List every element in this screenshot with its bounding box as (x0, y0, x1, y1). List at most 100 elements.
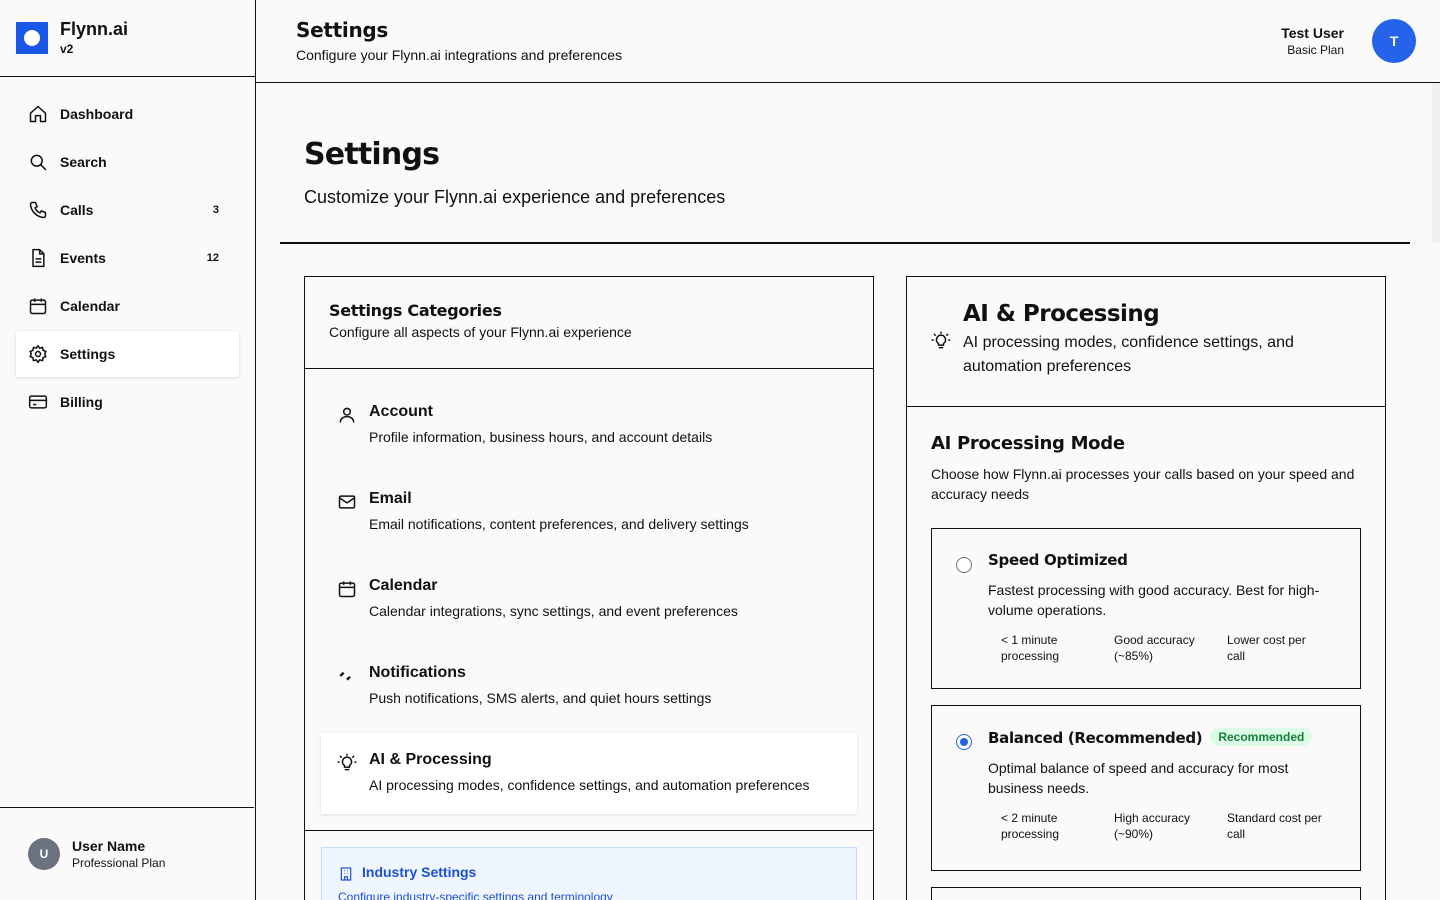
scrollbar[interactable] (1432, 83, 1440, 243)
brand[interactable]: Flynn.ai v2 (0, 0, 255, 77)
sidebar-item-label: Settings (60, 346, 116, 362)
category-description: Email notifications, content preferences… (369, 516, 749, 532)
sidebar-item-billing[interactable]: Billing (16, 379, 239, 425)
calendar-icon (29, 298, 47, 315)
user-avatar-button[interactable]: T (1372, 19, 1416, 63)
events-count-badge: 12 (206, 252, 219, 264)
building-icon (340, 867, 352, 881)
industry-settings-title: Industry Settings (362, 864, 477, 880)
ai-processing-body: AI Processing Mode Choose how Flynn.ai p… (907, 407, 1385, 900)
header-user-name: Test User (1281, 25, 1344, 41)
industry-settings-description: Configure industry-specific settings and… (338, 890, 613, 900)
sidebar-user-name: User Name (72, 838, 146, 854)
ai-processing-card: AI & Processing AI processing modes, con… (906, 276, 1386, 900)
category-ai-processing[interactable]: AI & Processing AI processing modes, con… (321, 733, 857, 814)
category-description: Push notifications, SMS alerts, and quie… (369, 690, 712, 706)
ai-processing-subtitle: AI processing modes, confidence settings… (963, 334, 1294, 375)
sidebar-item-label: Billing (60, 394, 103, 410)
sidebar-item-label: Calendar (60, 298, 120, 314)
sidebar-item-calendar[interactable]: Calendar (16, 283, 239, 329)
avatar: U (28, 838, 60, 870)
page-subtitle: Customize your Flynn.ai experience and p… (304, 187, 726, 207)
logo-icon (16, 22, 48, 54)
mode-title: Balanced (Recommended) (988, 729, 1203, 747)
category-description: Profile information, business hours, and… (369, 429, 713, 445)
category-title: Email (369, 490, 412, 507)
mode-title: Speed Optimized (988, 551, 1128, 569)
divider (280, 242, 1410, 244)
ai-processing-header: AI & Processing AI processing modes, con… (907, 277, 1385, 407)
sidebar: Flynn.ai v2 Dashboard Search Calls 3 Eve… (0, 0, 256, 900)
header-subtitle: Configure your Flynn.ai integrations and… (296, 47, 623, 63)
sidebar-item-label: Dashboard (60, 106, 134, 122)
mail-icon (338, 495, 356, 509)
category-email[interactable]: Email Email notifications, content prefe… (321, 472, 857, 553)
category-description: AI processing modes, confidence settings… (369, 777, 810, 793)
main-content: Settings Customize your Flynn.ai experie… (256, 83, 1440, 900)
categories-list: Account Profile information, business ho… (305, 369, 873, 831)
category-title: Calendar (369, 577, 438, 594)
page-title: Settings (304, 137, 440, 172)
processing-mode-title: AI Processing Mode (931, 433, 1125, 454)
calls-count-badge: 3 (212, 204, 219, 216)
user-icon (339, 407, 355, 423)
mode-radio-balanced[interactable] (956, 734, 972, 750)
sidebar-item-label: Events (60, 250, 106, 266)
mode-stat: < 1 minute processing (1001, 633, 1060, 663)
mode-stats: < 1 minute processing Good accuracy (~85… (1001, 632, 1340, 664)
categories-header: Settings Categories Configure all aspect… (305, 277, 873, 369)
category-description: Calendar integrations, sync settings, an… (369, 603, 738, 619)
category-title: Notifications (369, 664, 466, 681)
bell-icon (339, 671, 351, 681)
industry-settings-link[interactable]: Industry Settings Configure industry-spe… (321, 847, 857, 900)
brand-version: v2 (60, 42, 74, 56)
mode-stat: < 2 minute processing (1001, 811, 1060, 841)
sidebar-item-search[interactable]: Search (16, 139, 239, 185)
sidebar-user-plan: Professional Plan (72, 856, 166, 870)
processing-mode-subtitle: Choose how Flynn.ai processes your calls… (931, 466, 1355, 502)
phone-icon (29, 201, 47, 219)
category-title: Account (369, 403, 433, 420)
mode-stat: Standard cost per call (1227, 811, 1322, 841)
sidebar-item-calls[interactable]: Calls 3 (16, 187, 239, 233)
credit-card-icon (28, 395, 48, 409)
lightbulb-icon (931, 331, 951, 349)
document-icon (32, 248, 45, 268)
mode-description: Fastest processing with good accuracy. B… (988, 582, 1320, 618)
header-title: Settings (296, 18, 389, 42)
sidebar-item-label: Calls (60, 202, 94, 218)
mode-description: Optimal balance of speed and accuracy fo… (988, 760, 1289, 796)
settings-categories-card: Settings Categories Configure all aspect… (304, 276, 874, 900)
top-bar: Settings Configure your Flynn.ai integra… (256, 0, 1440, 83)
lightbulb-icon (337, 753, 357, 771)
sidebar-item-settings[interactable]: Settings (16, 331, 239, 377)
mode-stat: Good accuracy (~85%) (1114, 633, 1195, 663)
header-user-info: Test User Basic Plan (1281, 24, 1344, 58)
mode-stats: < 2 minute processing High accuracy (~90… (1001, 810, 1340, 842)
calendar-icon (338, 581, 356, 598)
mode-radio-speed[interactable] (956, 557, 972, 573)
mode-option-balanced[interactable]: Balanced (Recommended) Recommended Optima… (931, 705, 1361, 871)
sidebar-item-dashboard[interactable]: Dashboard (16, 91, 239, 137)
categories-subtitle: Configure all aspects of your Flynn.ai e… (329, 324, 632, 340)
sidebar-item-label: Search (60, 154, 107, 170)
mode-stat: Lower cost per call (1227, 633, 1306, 663)
category-title: AI & Processing (369, 751, 492, 768)
recommended-badge: Recommended (1210, 728, 1313, 746)
header-user-plan: Basic Plan (1287, 43, 1344, 57)
home-icon (29, 105, 47, 123)
categories-title: Settings Categories (329, 301, 502, 320)
sidebar-nav: Dashboard Search Calls 3 Events 12 Calen… (0, 77, 255, 425)
sidebar-user-profile[interactable]: U User Name Professional Plan (0, 807, 254, 900)
category-account[interactable]: Account Profile information, business ho… (321, 385, 857, 466)
mode-stat: High accuracy (~90%) (1114, 811, 1191, 841)
category-calendar[interactable]: Calendar Calendar integrations, sync set… (321, 559, 857, 640)
brand-name: Flynn.ai (60, 19, 129, 39)
gear-icon (29, 344, 47, 364)
ai-processing-title: AI & Processing (963, 301, 1160, 327)
mode-option-speed[interactable]: Speed Optimized Fastest processing with … (931, 528, 1361, 689)
mode-option-accuracy[interactable] (931, 887, 1361, 900)
sidebar-item-events[interactable]: Events 12 (16, 235, 239, 281)
category-notifications[interactable]: Notifications Push notifications, SMS al… (321, 646, 857, 727)
search-icon (30, 154, 47, 171)
